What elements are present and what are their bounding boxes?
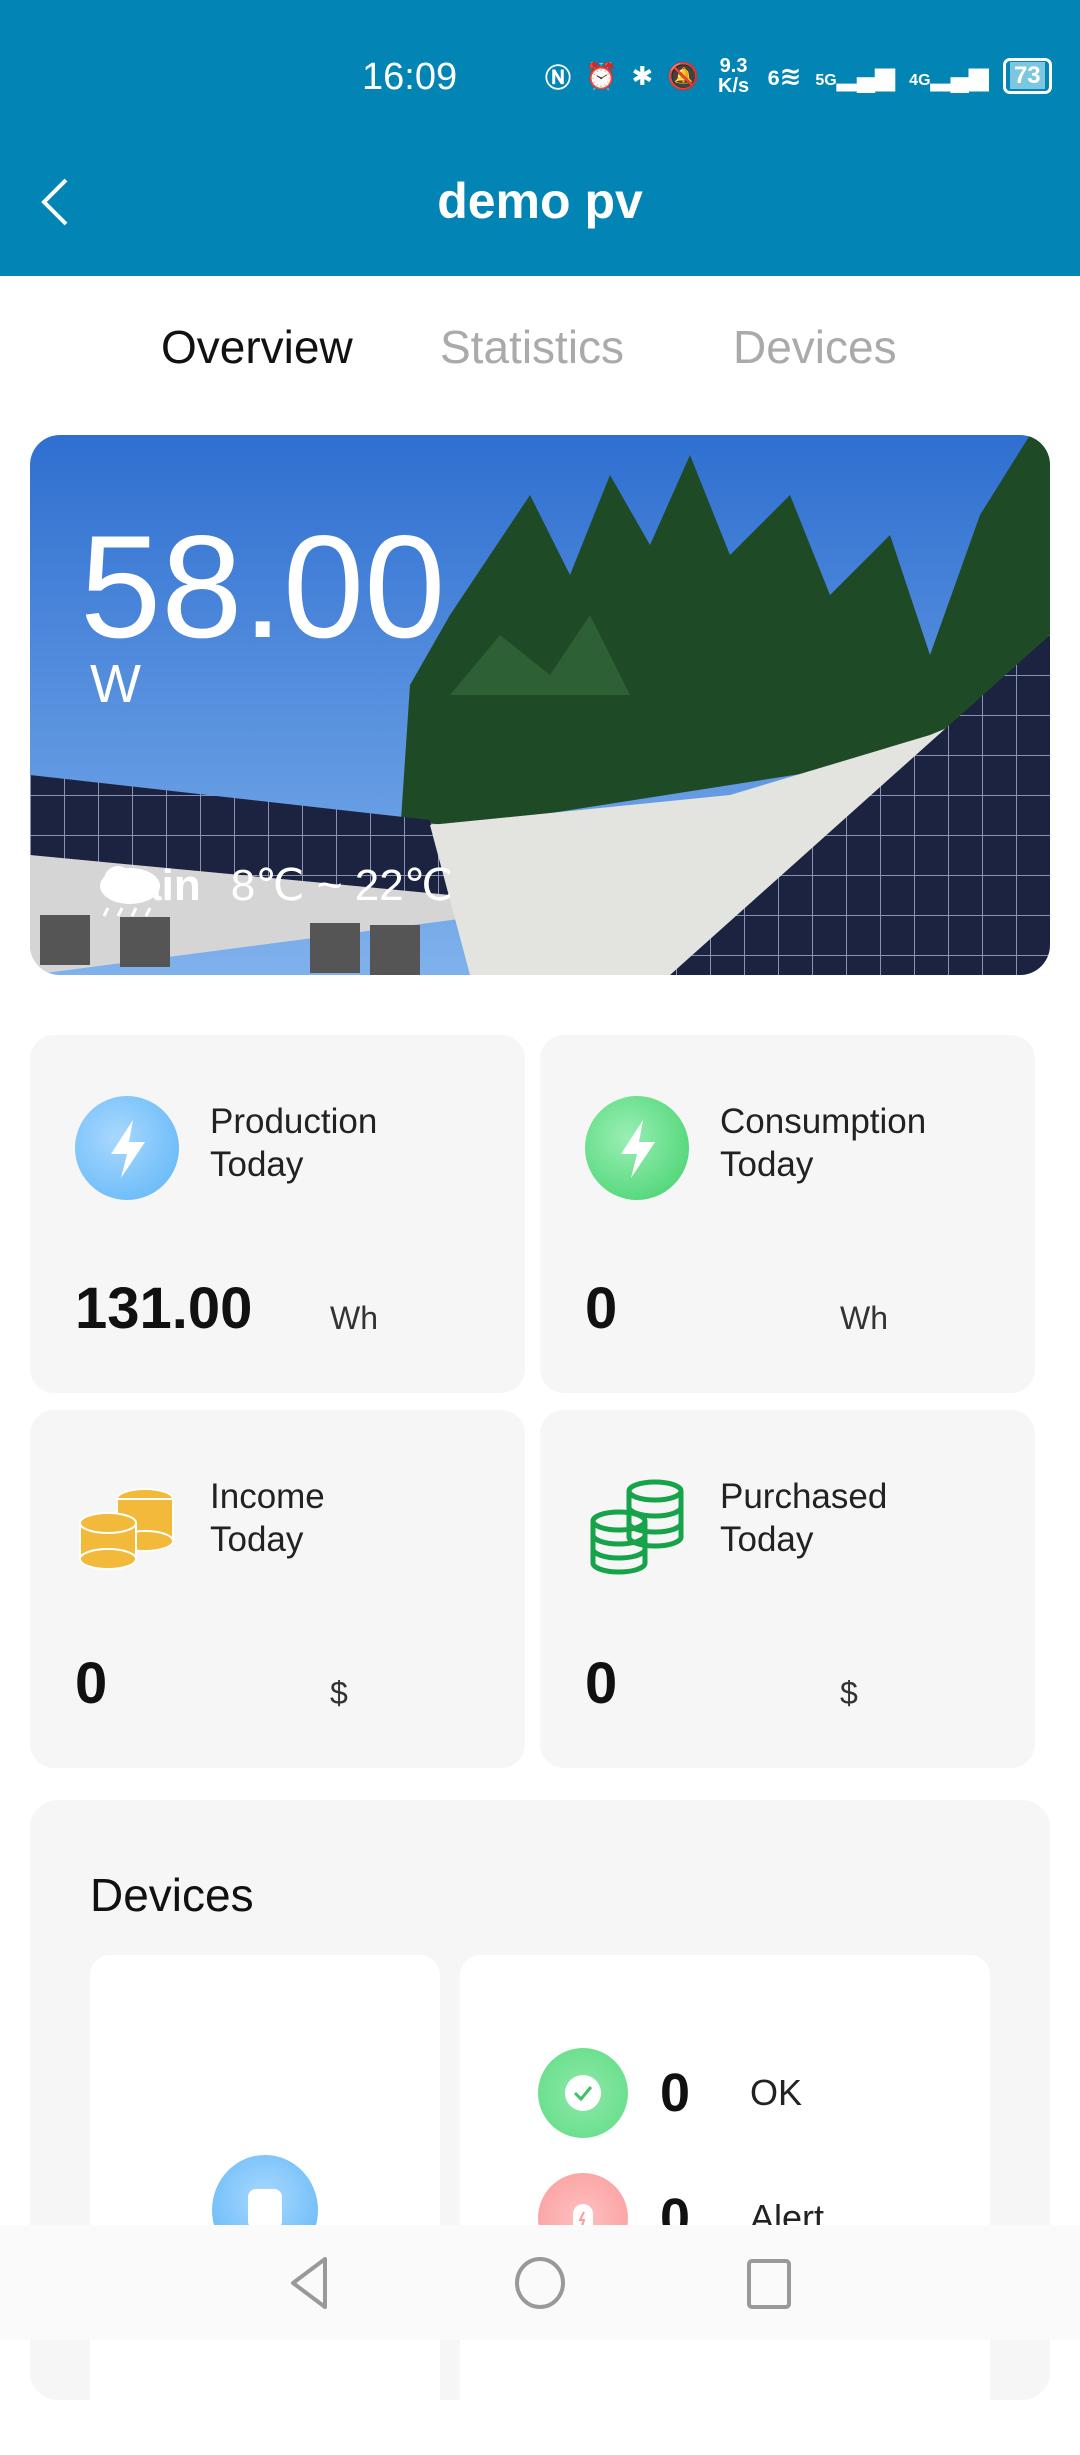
tab-bar: Overview Statistics Devices <box>0 320 1080 380</box>
weather-row: rain 8℃ ~ 22℃ <box>92 860 454 917</box>
app-header: 16:09 Ⓝ ⏰ ✱ 🔕 9.3 K/s 6≋ 5G▂▄▆ 4G▂▄▆ 73 … <box>0 0 1080 276</box>
rain-cloud-icon <box>100 866 160 917</box>
consumption-value: 0 <box>585 1276 618 1341</box>
current-power-unit: W <box>90 654 141 714</box>
production-unit: Wh <box>330 1300 378 1336</box>
current-power-value: 58.00 <box>80 505 446 668</box>
signal-icon-2: 4G▂▄▆ <box>909 60 989 91</box>
card-label-2: Today <box>720 1145 814 1184</box>
power-hero-card: 58.00 W rain 8℃ ~ 22℃ <box>30 435 1050 975</box>
ok-count: 0 <box>660 2063 691 2123</box>
purchased-today-card[interactable]: Purchased Today 0 $ <box>540 1410 1035 1768</box>
check-circle-icon <box>538 2048 628 2138</box>
lightning-icon <box>75 1096 179 1200</box>
status-icons: Ⓝ ⏰ ✱ 🔕 9.3 K/s 6≋ 5G▂▄▆ 4G▂▄▆ 73 <box>545 56 1052 96</box>
card-label: Consumption <box>720 1102 927 1141</box>
card-label-2: Today <box>210 1520 304 1559</box>
consumption-today-card[interactable]: Consumption Today 0 Wh <box>540 1035 1035 1393</box>
status-ok-row[interactable]: 0 OK <box>538 2048 802 2138</box>
tab-overview[interactable]: Overview <box>161 320 353 374</box>
card-label-2: Today <box>210 1145 304 1184</box>
card-label-2: Today <box>720 1520 814 1559</box>
device-status-box[interactable]: 0 OK 0 Alert <box>460 1955 990 2455</box>
purchased-unit: $ <box>840 1675 858 1711</box>
nfc-icon: Ⓝ <box>545 62 572 93</box>
recents-icon[interactable] <box>745 2253 795 2313</box>
signal-icon: 5G▂▄▆ <box>815 60 896 91</box>
bluetooth-icon: ✱ <box>631 60 654 91</box>
wifi-icon: 6≋ <box>767 60 802 91</box>
production-today-card[interactable]: Production Today 131.00 Wh <box>30 1035 525 1393</box>
status-time: 16:09 <box>362 56 458 98</box>
lightning-icon <box>585 1096 689 1200</box>
net-speed: 9.3 K/s <box>718 55 750 97</box>
production-value: 131.00 <box>75 1276 253 1341</box>
consumption-unit: Wh <box>840 1300 888 1336</box>
tab-statistics[interactable]: Statistics <box>440 320 624 374</box>
devices-title: Devices <box>90 1869 254 1921</box>
device-summary-box[interactable] <box>90 1955 440 2455</box>
bell-off-icon: 🔕 <box>667 60 700 91</box>
temperature-range: 8℃ ~ 22℃ <box>230 861 454 910</box>
cash-stack-icon <box>590 1479 684 1575</box>
income-unit: $ <box>330 1675 348 1711</box>
card-label: Purchased <box>720 1477 888 1516</box>
back-icon[interactable] <box>285 2253 335 2313</box>
system-nav-bar <box>0 2225 1080 2340</box>
card-label: Production <box>210 1102 378 1141</box>
card-label: Income <box>210 1477 325 1516</box>
tab-devices[interactable]: Devices <box>733 320 897 374</box>
income-value: 0 <box>75 1651 108 1716</box>
purchased-value: 0 <box>585 1651 618 1716</box>
battery-icon: 73 <box>1002 58 1052 94</box>
ok-label: OK <box>750 2072 803 2113</box>
home-icon[interactable] <box>513 2253 567 2313</box>
coins-icon <box>79 1488 174 1570</box>
income-today-card[interactable]: Income Today 0 $ <box>30 1410 525 1768</box>
alarm-icon: ⏰ <box>585 60 618 91</box>
page-title: demo pv <box>437 173 643 229</box>
